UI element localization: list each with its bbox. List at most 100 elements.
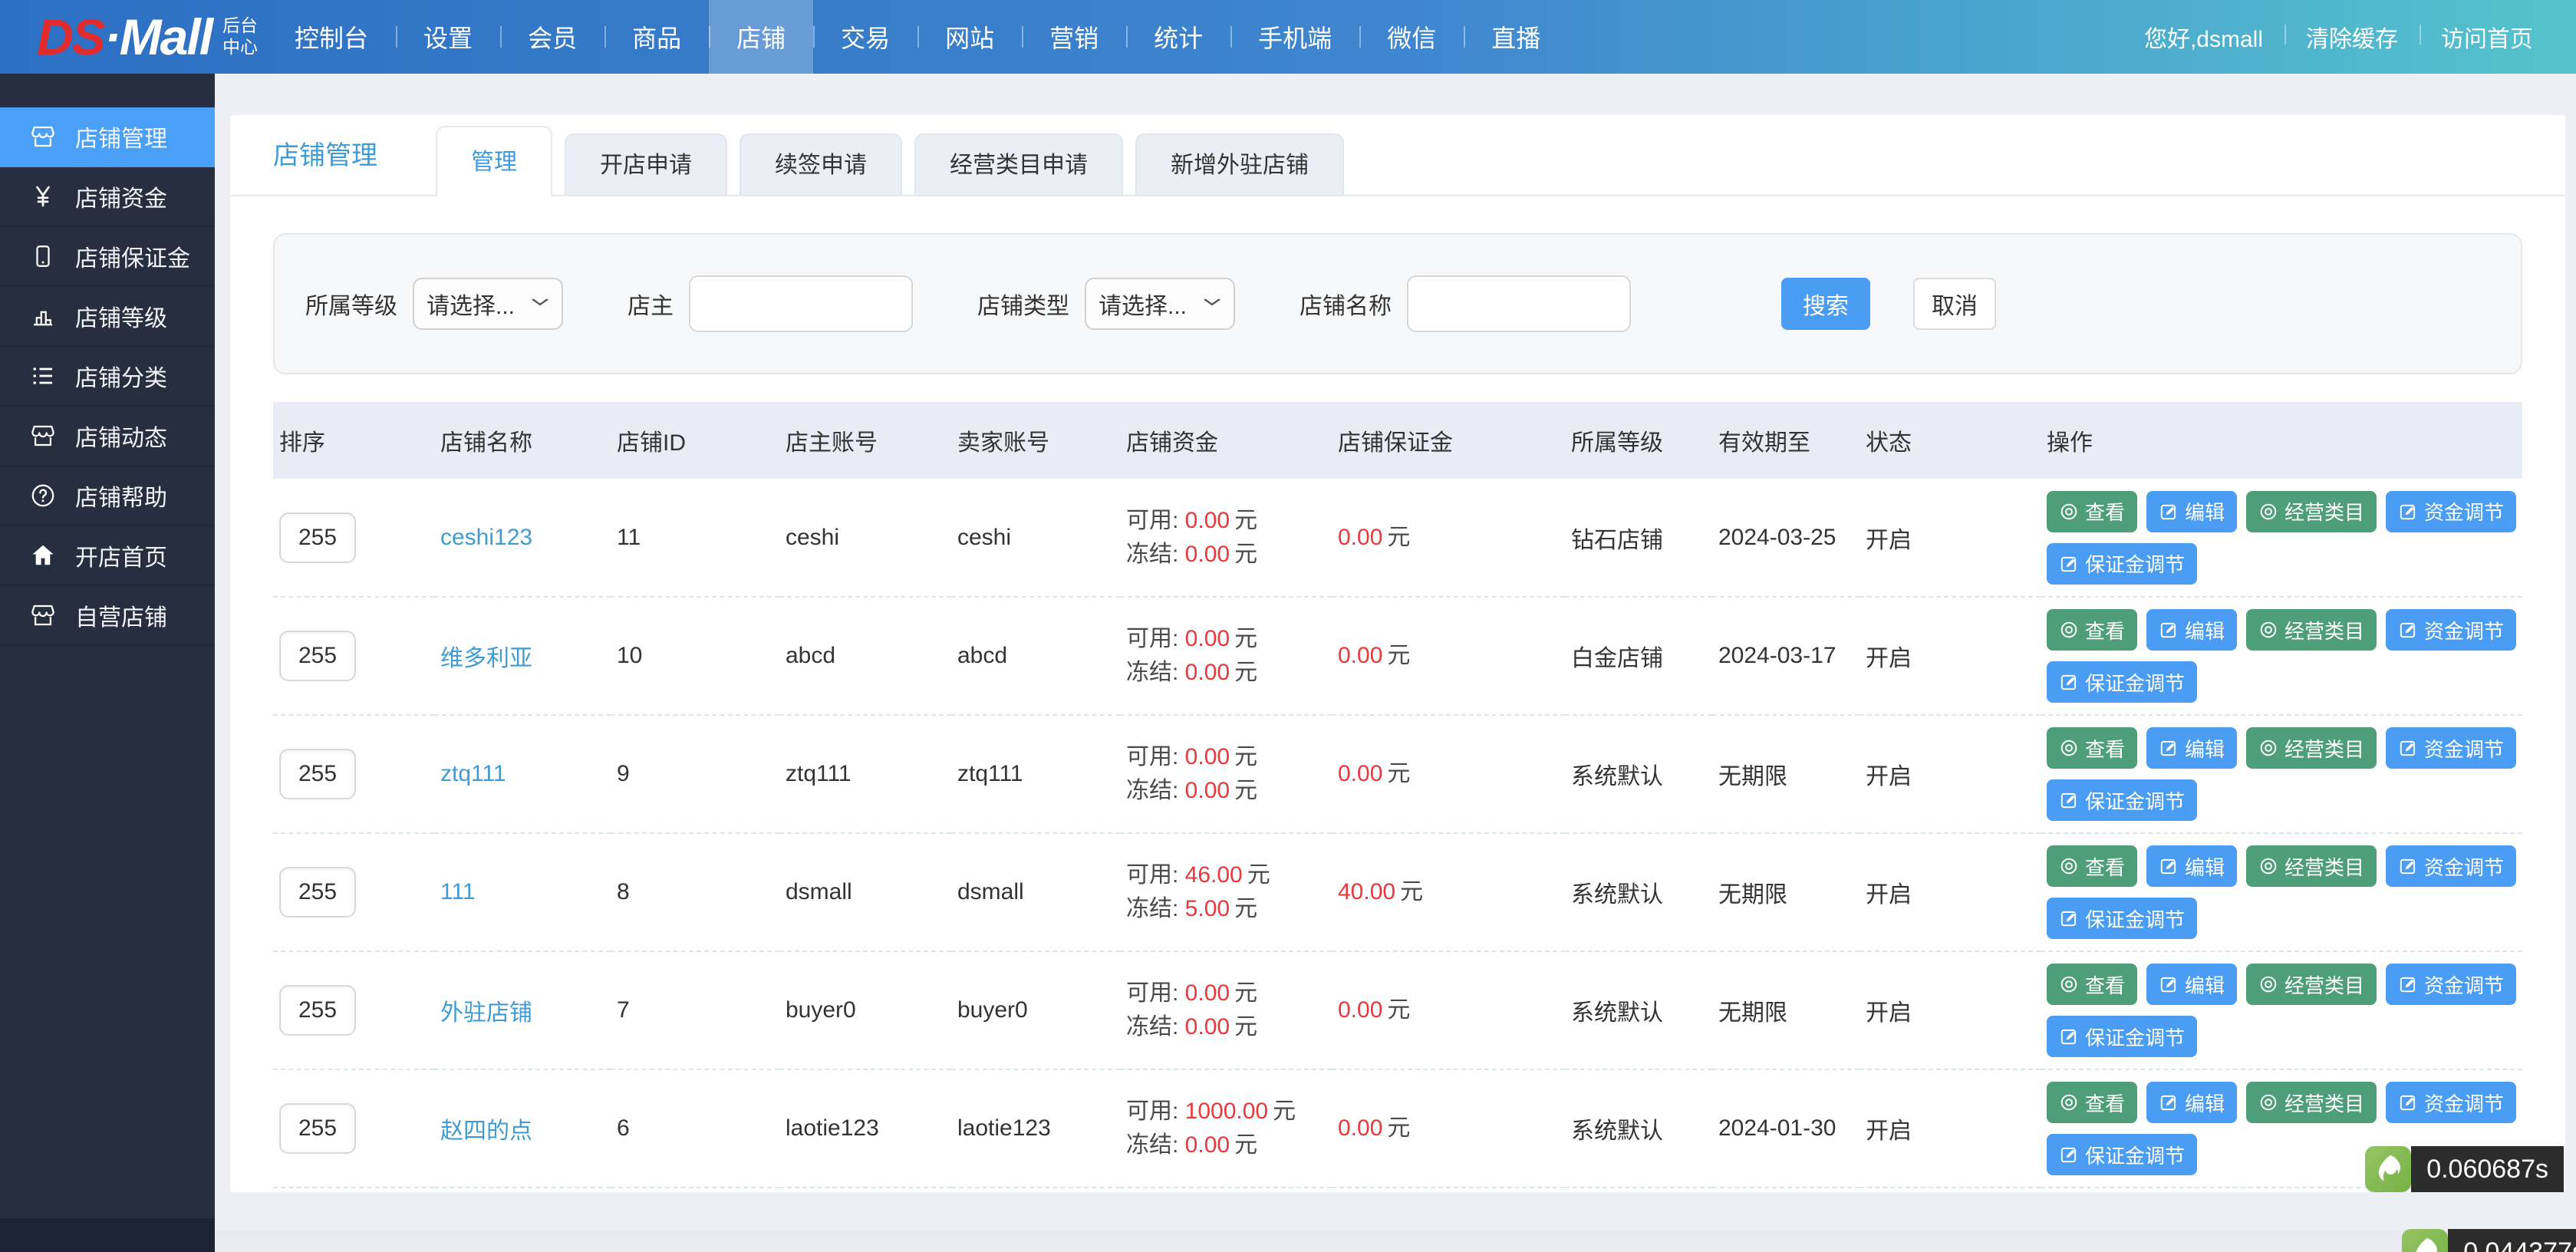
nav-item-手机端[interactable]: 手机端 — [1230, 0, 1359, 74]
search-button[interactable]: 搜索 — [1781, 278, 1870, 330]
view-button[interactable]: 查看 — [2047, 609, 2137, 651]
column-header-4: 卖家账号 — [951, 402, 1120, 479]
sort-input[interactable] — [279, 1103, 356, 1154]
edit-button[interactable]: 编辑 — [2146, 609, 2237, 651]
edit-button[interactable]: 编辑 — [2146, 964, 2237, 1005]
tab-管理[interactable]: 管理 — [436, 126, 552, 196]
sidebar-item-店铺动态[interactable]: 店铺动态 — [0, 407, 215, 466]
funds-adjust-button[interactable]: 资金调节 — [2386, 491, 2516, 532]
sidebar-item-店铺等级[interactable]: 店铺等级 — [0, 287, 215, 347]
shop-type-select[interactable]: 请选择... — [1085, 278, 1235, 330]
tab-开店申请[interactable]: 开店申请 — [565, 133, 727, 195]
edit-button[interactable]: 编辑 — [2146, 727, 2237, 769]
edit-button[interactable]: 编辑 — [2146, 845, 2237, 887]
sidebar-item-自营店铺[interactable]: 自营店铺 — [0, 586, 215, 646]
nav-item-直播[interactable]: 直播 — [1464, 0, 1568, 74]
category-button[interactable]: 经营类目 — [2246, 491, 2377, 532]
deposit-adjust-button[interactable]: 保证金调节 — [2047, 1134, 2197, 1175]
view-button[interactable]: 查看 — [2047, 491, 2137, 532]
category-button[interactable]: 经营类目 — [2246, 1082, 2377, 1123]
view-button[interactable]: 查看 — [2047, 845, 2137, 887]
edit-button[interactable]: 编辑 — [2146, 491, 2237, 532]
shop-name-link[interactable]: 维多利亚 — [440, 646, 532, 671]
shop-name-link[interactable]: 外驻店铺 — [440, 1000, 532, 1026]
cancel-button[interactable]: 取消 — [1913, 278, 1996, 330]
category-button[interactable]: 经营类目 — [2246, 609, 2377, 651]
nav-item-营销[interactable]: 营销 — [1022, 0, 1126, 74]
sort-input[interactable] — [279, 985, 356, 1036]
deposit-adjust-button[interactable]: 保证金调节 — [2047, 779, 2197, 821]
owner-input[interactable] — [689, 275, 913, 332]
expire-cell: 2024-03-17 — [1712, 597, 1860, 715]
nav-item-控制台[interactable]: 控制台 — [267, 0, 396, 74]
money-value: 0.00 — [1185, 1132, 1230, 1158]
funds-adjust-button[interactable]: 资金调节 — [2386, 964, 2516, 1005]
nav-item-微信[interactable]: 微信 — [1359, 0, 1464, 74]
top-link-2[interactable]: 访问首页 — [2420, 20, 2555, 54]
sidebar-item-店铺管理[interactable]: 店铺管理 — [0, 107, 215, 167]
funds-adjust-button[interactable]: 资金调节 — [2386, 727, 2516, 769]
nav-item-商品[interactable]: 商品 — [604, 0, 709, 74]
field-label: 店主 — [628, 287, 674, 321]
deposit-adjust-button[interactable]: 保证金调节 — [2047, 661, 2197, 703]
shop-name-link[interactable]: ztq111 — [440, 761, 506, 786]
funds-adjust-button[interactable]: 资金调节 — [2386, 1082, 2516, 1123]
money-row: 冻结: 0.00元 — [1126, 1010, 1332, 1044]
sidebar-item-label: 开店首页 — [75, 539, 167, 572]
sidebar-item-店铺帮助[interactable]: 店铺帮助 — [0, 466, 215, 526]
view-button[interactable]: 查看 — [2047, 1082, 2137, 1123]
nav-item-设置[interactable]: 设置 — [396, 0, 500, 74]
money-unit: 元 — [1387, 643, 1410, 668]
content-card: 店铺管理 管理开店申请续签申请经营类目申请新增外驻店铺 所属等级请选择...店主… — [230, 115, 2565, 1192]
sidebar-item-店铺资金[interactable]: 店铺资金 — [0, 167, 215, 227]
top-link-1[interactable]: 清除缓存 — [2284, 20, 2420, 54]
view-button[interactable]: 查看 — [2047, 964, 2137, 1005]
money-value: 0.00 — [1185, 542, 1230, 567]
funds-adjust-button[interactable]: 资金调节 — [2386, 845, 2516, 887]
sidebar-item-店铺分类[interactable]: 店铺分类 — [0, 347, 215, 407]
select-value: 请选择... — [427, 287, 515, 321]
tab-新增外驻店铺[interactable]: 新增外驻店铺 — [1135, 133, 1344, 195]
sort-input[interactable] — [279, 749, 356, 799]
edit-button[interactable]: 编辑 — [2146, 1082, 2237, 1123]
nav-item-统计[interactable]: 统计 — [1126, 0, 1230, 74]
nav-item-会员[interactable]: 会员 — [500, 0, 604, 74]
funds-adjust-button[interactable]: 资金调节 — [2386, 609, 2516, 651]
actions-line-1: 查看编辑经营类目资金调节 — [2047, 491, 2522, 532]
category-button[interactable]: 经营类目 — [2246, 727, 2377, 769]
sidebar-item-店铺保证金[interactable]: 店铺保证金 — [0, 227, 215, 287]
sort-input[interactable] — [279, 867, 356, 918]
grade-select[interactable]: 请选择... — [413, 278, 563, 330]
shop-name-link[interactable]: 赵四的点 — [440, 1119, 532, 1144]
sort-input[interactable] — [279, 631, 356, 681]
sidebar: 店铺管理店铺资金店铺保证金店铺等级店铺分类店铺动态店铺帮助开店首页自营店铺 — [0, 74, 215, 1252]
shop-id-cell: 9 — [611, 715, 779, 833]
deposit-adjust-button[interactable]: 保证金调节 — [2047, 543, 2197, 585]
category-button[interactable]: 经营类目 — [2246, 845, 2377, 887]
shop-name-link[interactable]: ceshi123 — [440, 525, 532, 550]
sidebar-item-开店首页[interactable]: 开店首页 — [0, 526, 215, 586]
shop-name-input[interactable] — [1407, 275, 1631, 332]
nav-item-交易[interactable]: 交易 — [813, 0, 917, 74]
tab-经营类目申请[interactable]: 经营类目申请 — [914, 133, 1123, 195]
store-icon — [29, 601, 57, 629]
view-button[interactable]: 查看 — [2047, 727, 2137, 769]
nav-item-店铺[interactable]: 店铺 — [709, 0, 813, 74]
thinkphp-debug-timer-2[interactable]: 0.044377s — [2402, 1229, 2576, 1252]
deposit-adjust-button[interactable]: 保证金调节 — [2047, 898, 2197, 939]
action-button-label: 资金调节 — [2424, 734, 2504, 763]
sort-cell — [273, 951, 434, 1069]
thinkphp-debug-timer[interactable]: 0.060687s — [2365, 1146, 2564, 1192]
sort-input[interactable] — [279, 512, 356, 563]
sort-cell — [273, 833, 434, 951]
column-header-6: 店铺保证金 — [1332, 402, 1565, 479]
tab-续签申请[interactable]: 续签申请 — [740, 133, 902, 195]
status-cell: 开启 — [1860, 715, 2041, 833]
top-link-0[interactable]: 您好,dsmall — [2123, 20, 2284, 54]
deposit-adjust-button[interactable]: 保证金调节 — [2047, 1016, 2197, 1057]
nav-item-网站[interactable]: 网站 — [917, 0, 1022, 74]
sidebar-item-label: 自营店铺 — [75, 598, 167, 632]
shop-name-link[interactable]: 111 — [440, 879, 476, 904]
column-header-5: 店铺资金 — [1120, 402, 1332, 479]
category-button[interactable]: 经营类目 — [2246, 964, 2377, 1005]
